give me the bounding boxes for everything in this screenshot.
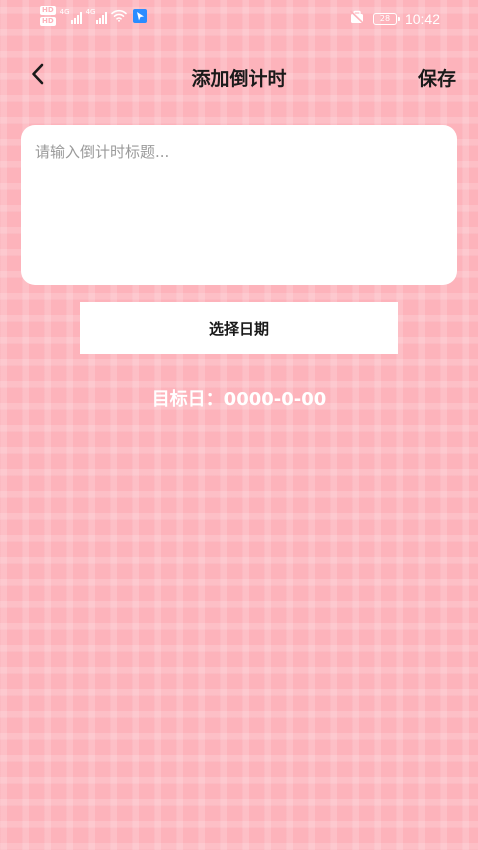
battery-level: 28 (379, 13, 391, 23)
network-type-label-2: 4G (85, 8, 96, 16)
status-bar: HD HD 4G 4G 28 10:42 (0, 0, 478, 36)
status-time: 10:42 (404, 10, 440, 27)
signal-icon-2: 4G (86, 8, 108, 24)
target-date-label: 目标日：0000-0-00 (151, 389, 327, 410)
hd-badge-top: HD (40, 6, 56, 15)
chevron-left-icon (30, 63, 46, 89)
header: 添加倒计时 保存 (0, 56, 478, 96)
countdown-title-input[interactable] (35, 141, 443, 269)
title-input-card (21, 125, 457, 285)
wifi-icon (111, 7, 128, 26)
page-title: 添加倒计时 (191, 68, 287, 90)
silent-icon (349, 9, 365, 28)
save-button[interactable]: 保存 (418, 64, 456, 91)
back-button[interactable] (24, 62, 52, 90)
network-type-label: 4G (59, 8, 70, 16)
hd-badge-bottom: HD (40, 17, 56, 26)
signal-bars (70, 11, 82, 24)
battery-icon: 28 (372, 12, 400, 25)
signal-icon: 4G (60, 8, 82, 24)
status-right-group: 28 10:42 (349, 9, 440, 28)
signal-bars-2 (96, 11, 108, 24)
app-notification-icon (133, 9, 148, 23)
hd-icon: HD HD (40, 6, 56, 26)
select-date-button[interactable]: 选择日期 (80, 302, 398, 354)
status-left-group: HD HD 4G 4G (40, 6, 148, 26)
